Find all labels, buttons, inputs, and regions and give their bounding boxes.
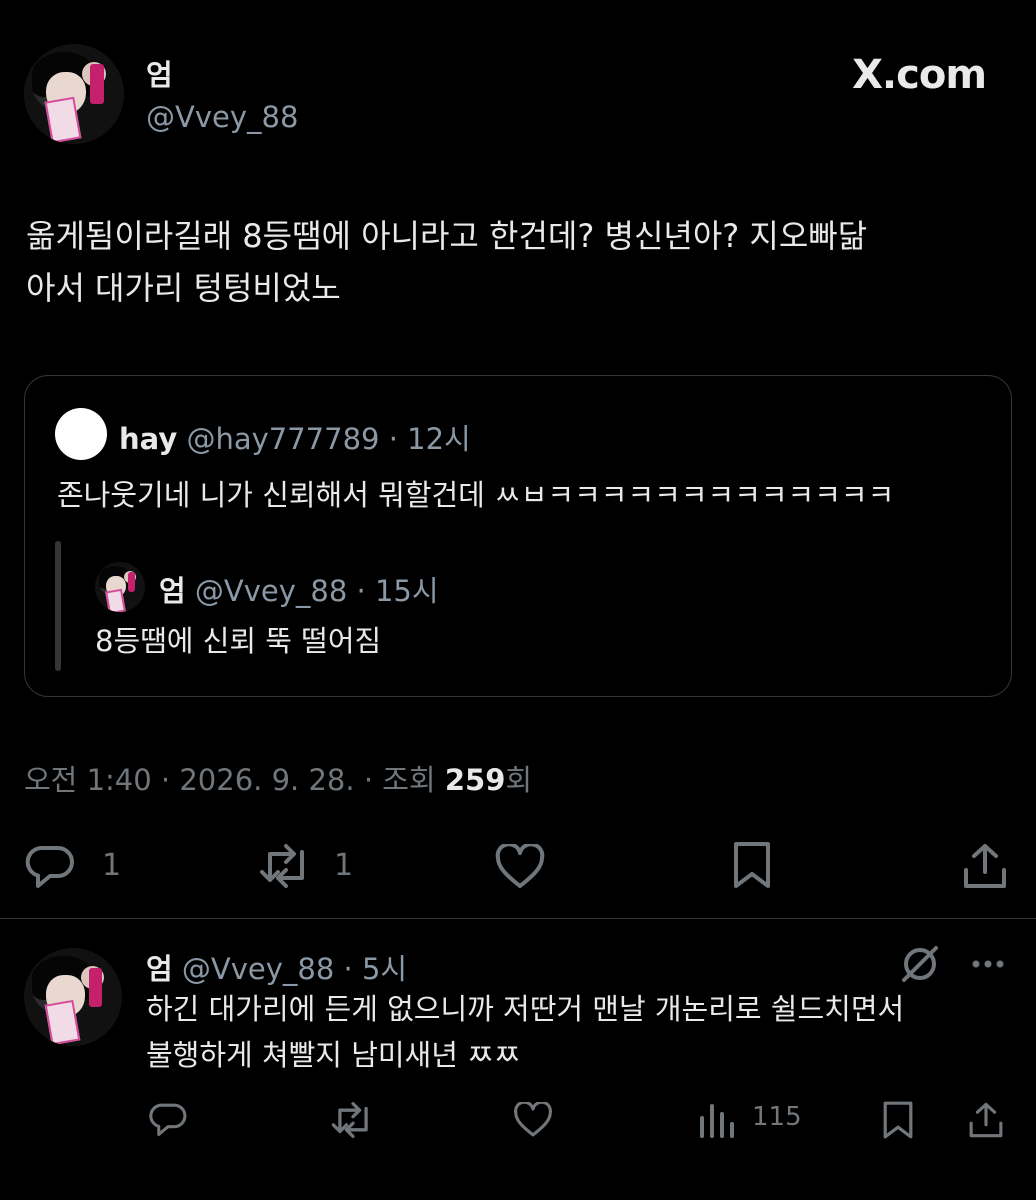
tweet-text-line-2: 아서 대가리 텅텅비었노 <box>26 269 341 307</box>
reply-text-line-2: 불행하게 쳐빨지 남미새년 ㅉㅉ <box>146 1038 521 1072</box>
reply-retweet-button[interactable] <box>330 1102 376 1138</box>
like-icon <box>495 844 545 888</box>
reply-author-handle[interactable]: @Vvey_88 <box>182 952 334 986</box>
view-count: 259 <box>444 763 506 797</box>
retweet-count: 1 <box>334 848 354 883</box>
nested-tweet-time[interactable]: · 15시 <box>357 574 439 608</box>
nested-author-name[interactable]: 엄 <box>159 574 186 608</box>
reply-count: 1 <box>102 848 122 883</box>
reply-share-button[interactable] <box>968 1100 1004 1140</box>
quoted-author-name[interactable]: hay <box>119 422 177 456</box>
nested-author-avatar[interactable] <box>95 562 145 612</box>
quoted-tweet-time[interactable]: · 12시 <box>389 422 471 456</box>
divider <box>0 918 1036 919</box>
grok-icon <box>902 946 938 982</box>
reply-like-button[interactable] <box>512 1102 554 1138</box>
grok-button[interactable] <box>900 944 940 984</box>
thread-line <box>55 541 61 671</box>
more-button[interactable] <box>968 954 1008 974</box>
more-icon <box>972 960 1004 968</box>
share-button[interactable] <box>962 842 1008 890</box>
author-avatar[interactable] <box>24 44 124 144</box>
reply-author-name[interactable]: 엄 <box>146 952 173 986</box>
bookmark-button[interactable] <box>730 840 774 890</box>
reply-icon <box>25 845 74 888</box>
x-logo[interactable]: X.com <box>852 52 987 98</box>
quoted-author-avatar[interactable] <box>55 408 107 460</box>
like-icon <box>514 1102 552 1137</box>
share-icon <box>964 844 1006 888</box>
share-icon <box>969 1102 1003 1138</box>
like-button[interactable] <box>494 844 546 890</box>
author-name[interactable]: 엄 <box>146 52 173 94</box>
bookmark-icon <box>883 1101 913 1139</box>
quoted-tweet-card[interactable]: hay @hay777789 · 12시 존나웃기네 니가 신뢰해서 뭐할건데 … <box>24 375 1012 697</box>
reply-tweet-time[interactable]: · 5시 <box>344 952 408 986</box>
retweet-icon <box>331 1102 368 1138</box>
quoted-tweet-text: 존나웃기네 니가 신뢰해서 뭐할건데 ㅆㅂㅋㅋㅋㅋㅋㅋㅋㅋㅋㅋㅋㅋㅋ <box>57 478 895 512</box>
reply-views-button[interactable] <box>698 1100 734 1138</box>
reply-reply-button[interactable] <box>148 1100 188 1138</box>
tweet-timestamp[interactable]: 오전 1:40 · 2026. 9. 28. · 조회 <box>24 763 445 797</box>
retweet-icon <box>260 844 304 888</box>
reply-bookmark-button[interactable] <box>880 1100 916 1140</box>
author-handle[interactable]: @Vvey_88 <box>146 100 298 134</box>
nested-tweet-header: 엄 @Vvey_88 · 15시 <box>159 568 439 610</box>
reply-author-avatar[interactable] <box>24 948 122 1046</box>
reply-tweet-header: 엄 @Vvey_88 · 5시 <box>146 946 407 988</box>
retweet-button[interactable] <box>258 844 314 888</box>
tweet-text-line-1: 옮게됨이라길래 8등땜에 아니라고 한건데? 병신년아? 지오빠닮 <box>26 217 868 255</box>
nested-tweet-text: 8등땜에 신뢰 뚝 떨어짐 <box>95 624 382 658</box>
reply-button[interactable] <box>24 842 76 890</box>
reply-icon <box>149 1103 187 1136</box>
nested-author-handle[interactable]: @Vvey_88 <box>195 574 347 608</box>
quoted-author-handle[interactable]: @hay777789 <box>186 422 379 456</box>
reply-view-count: 115 <box>752 1102 802 1132</box>
tweet-meta: 오전 1:40 · 2026. 9. 28. · 조회 259회 <box>24 757 532 799</box>
quoted-tweet-header: hay @hay777789 · 12시 <box>119 416 471 458</box>
tweet-text: 옮게됨이라길래 8등땜에 아니라고 한건데? 병신년아? 지오빠닮 아서 대가리… <box>26 210 1016 314</box>
views-icon <box>700 1104 734 1138</box>
reply-text-line-1: 하긴 대가리에 든게 없으니까 저딴거 맨날 개논리로 쉴드치면서 <box>146 992 905 1026</box>
bookmark-icon <box>734 842 770 888</box>
view-count-suffix: 회 <box>505 763 533 797</box>
reply-tweet-text: 하긴 대가리에 든게 없으니까 저딴거 맨날 개논리로 쉴드치면서 불행하게 쳐… <box>146 986 904 1078</box>
